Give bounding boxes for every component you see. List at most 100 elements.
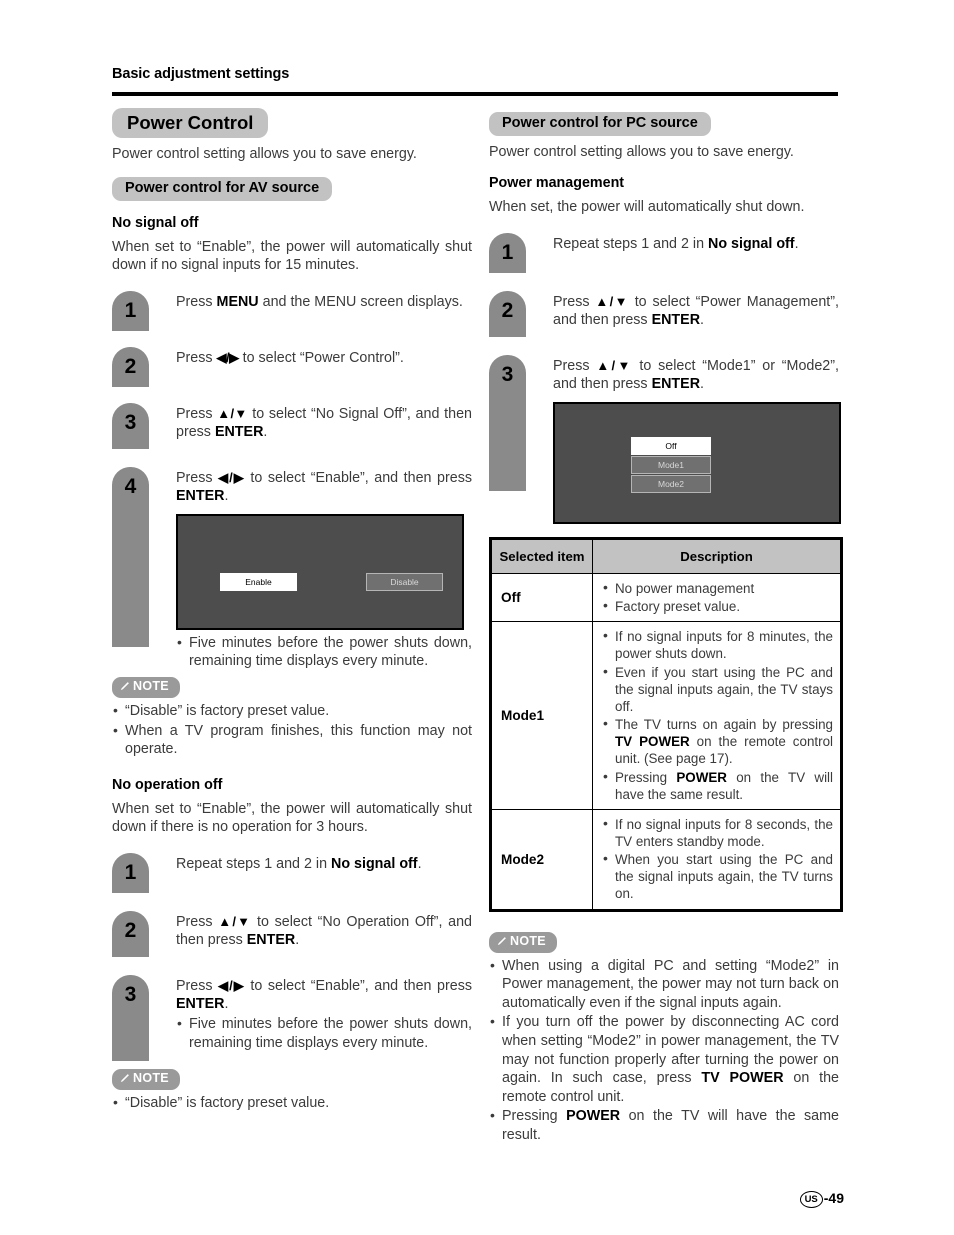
note-list: “Disable” is factory preset value. When …	[112, 701, 472, 759]
emphasis: POWER	[566, 1108, 621, 1125]
step-number-badge: 3	[112, 974, 149, 1061]
osd-option-mode1[interactable]: Mode1	[631, 455, 711, 475]
step-number-badge: 1	[112, 290, 149, 331]
up-down-arrow-icon: ▲/▼	[595, 293, 629, 309]
list-item: The TV turns on again by pressing TV POW…	[602, 715, 833, 767]
cell-description: If no signal inputs for 8 minutes, the p…	[592, 621, 841, 810]
list-item: No power management	[602, 579, 833, 597]
page-number: -49	[823, 1189, 844, 1206]
ref-no-signal-off: No signal off	[708, 235, 795, 252]
power-management-description: When set, the power will automatically s…	[489, 199, 805, 216]
page-footer: US -49	[799, 1189, 844, 1208]
pencil-icon	[119, 681, 130, 695]
step-number-badge: 1	[489, 232, 526, 273]
step-3-power-management: 3 Press ▲/▼ to select “Mode1” or “Mode2”…	[489, 354, 841, 524]
list-item: Factory preset value.	[602, 597, 833, 615]
pencil-icon	[119, 1073, 130, 1087]
list-item: Five minutes before the power shuts down…	[176, 1014, 472, 1052]
description-list: No power managementFactory preset value.	[602, 579, 833, 615]
up-down-arrow-icon: ▲/▼	[217, 405, 248, 421]
step-2-no-signal: 2 Press ◀/▶ to select “Power Control”.	[112, 346, 472, 393]
list-item: Pressing POWER on the TV will have the s…	[602, 768, 833, 803]
list-item: If you turn off the power by disconnecti…	[489, 1012, 839, 1106]
step-3-no-operation: 3 Press ◀/▶ to select “Enable”, and then…	[112, 974, 472, 1065]
description-table: Selected item Description Off No power m…	[491, 538, 841, 910]
description-table-wrapper: Selected item Description Off No power m…	[489, 536, 843, 912]
region-badge: US	[799, 1191, 823, 1208]
step-1-text: Repeat steps 1 and 2 in No signal off.	[553, 235, 799, 252]
heading-no-operation-off: No operation off	[112, 776, 223, 793]
table-row: Off No power managementFactory preset va…	[491, 572, 841, 623]
emphasis: TV POWER	[701, 1070, 784, 1087]
osd-screen-enable-disable: Enable Disable	[176, 513, 464, 630]
step-3-note-list: Five minutes before the power shuts down…	[176, 1014, 472, 1052]
step-2-text: Press ▲/▼ to select “No Operation Off”, …	[176, 913, 472, 949]
list-item: When using a digital PC and setting “Mod…	[489, 956, 839, 1013]
step-number-badge: 2	[112, 346, 149, 387]
column-header-description: Description	[592, 538, 841, 574]
no-operation-off-description: When set to “Enable”, the power will aut…	[112, 800, 472, 836]
step-1-power-management: 1 Repeat steps 1 and 2 in No signal off.	[489, 232, 839, 281]
step-number-badge: 2	[112, 910, 149, 957]
heading-no-signal-off: No signal off	[112, 214, 199, 231]
key-enter: ENTER	[214, 424, 264, 441]
note-block-pc-source: NOTE When using a digital PC and setting…	[489, 931, 839, 1145]
key-enter: ENTER	[176, 488, 225, 505]
left-right-arrow-icon: ◀/▶	[218, 977, 245, 993]
list-item: If no signal inputs for 8 minutes, the p…	[602, 627, 833, 662]
up-down-arrow-icon: ▲/▼	[596, 357, 633, 373]
cell-description: No power managementFactory preset value.	[592, 572, 841, 623]
osd-option-mode2[interactable]: Mode2	[631, 474, 711, 494]
note-block-no-operation: NOTE “Disable” is factory preset value.	[112, 1068, 472, 1113]
step-number-badge: 4	[112, 466, 149, 647]
step-4-no-signal: 4 Press ◀/▶ to select “Enable”, and then…	[112, 466, 472, 671]
description-list: If no signal inputs for 8 minutes, the p…	[602, 627, 833, 803]
list-item: Pressing POWER on the TV will have the s…	[489, 1106, 839, 1144]
key-enter: ENTER	[246, 932, 296, 949]
key-enter: ENTER	[651, 312, 701, 329]
left-column: Power Control Power control setting allo…	[112, 108, 472, 1112]
cell-description: If no signal inputs for 8 seconds, the T…	[592, 808, 841, 910]
list-item: If no signal inputs for 8 seconds, the T…	[602, 815, 833, 850]
pc-source-intro: Power control setting allows you to save…	[489, 143, 794, 160]
step-3-no-signal: 3 Press ▲/▼ to select “No Signal Off”, a…	[112, 402, 472, 459]
step-number-badge: 2	[489, 290, 526, 337]
left-right-arrow-icon: ◀/▶	[218, 469, 245, 485]
step-1-text: Repeat steps 1 and 2 in No signal off.	[176, 855, 422, 872]
osd-option-off[interactable]: Off	[631, 436, 711, 456]
list-item: When you start using the PC and the sign…	[602, 850, 833, 902]
osd-option-enable[interactable]: Enable	[220, 572, 297, 592]
step-1-no-signal: 1 Press MENU and the MENU screen display…	[112, 290, 472, 337]
cell-item: Mode1	[491, 621, 593, 810]
note-badge: NOTE	[112, 1068, 180, 1090]
cell-item: Off	[491, 572, 593, 623]
description-list: If no signal inputs for 8 seconds, the T…	[602, 815, 833, 903]
key-menu: MENU	[216, 293, 259, 310]
table-row: Mode1 If no signal inputs for 8 minutes,…	[491, 621, 841, 810]
key-enter: ENTER	[651, 376, 701, 393]
note-block-no-signal: NOTE “Disable” is factory preset value. …	[112, 676, 472, 759]
heading-power-management: Power management	[489, 175, 625, 192]
column-header-selected-item: Selected item	[491, 538, 593, 574]
note-list: When using a digital PC and setting “Mod…	[489, 956, 839, 1145]
note-badge: NOTE	[489, 931, 557, 953]
left-right-arrow-icon: ◀/▶	[216, 349, 240, 365]
step-4-note-list: Five minutes before the power shuts down…	[176, 633, 472, 671]
step-3-text: Press ◀/▶ to select “Enable”, and then p…	[176, 977, 472, 1013]
note-badge: NOTE	[112, 676, 180, 698]
note-label: NOTE	[133, 1070, 169, 1085]
list-item: Even if you start using the PC and the s…	[602, 663, 833, 715]
subsection-title-av-source: Power control for AV source	[112, 176, 333, 201]
table-header-row: Selected item Description	[491, 538, 841, 574]
osd-option-disable[interactable]: Disable	[366, 572, 443, 592]
step-2-power-management: 2 Press ▲/▼ to select “Power Management”…	[489, 290, 839, 347]
note-list: “Disable” is factory preset value.	[112, 1093, 472, 1113]
step-3-text: Press ▲/▼ to select “Mode1” or “Mode2”, …	[553, 357, 839, 393]
up-down-arrow-icon: ▲/▼	[218, 913, 252, 929]
no-signal-off-description: When set to “Enable”, the power will aut…	[112, 238, 472, 274]
step-number-badge: 1	[112, 852, 149, 893]
step-1-no-operation: 1 Repeat steps 1 and 2 in No signal off.	[112, 852, 472, 901]
table-row: Mode2 If no signal inputs for 8 seconds,…	[491, 808, 841, 910]
note-label: NOTE	[133, 678, 169, 693]
cell-item: Mode2	[491, 808, 593, 910]
